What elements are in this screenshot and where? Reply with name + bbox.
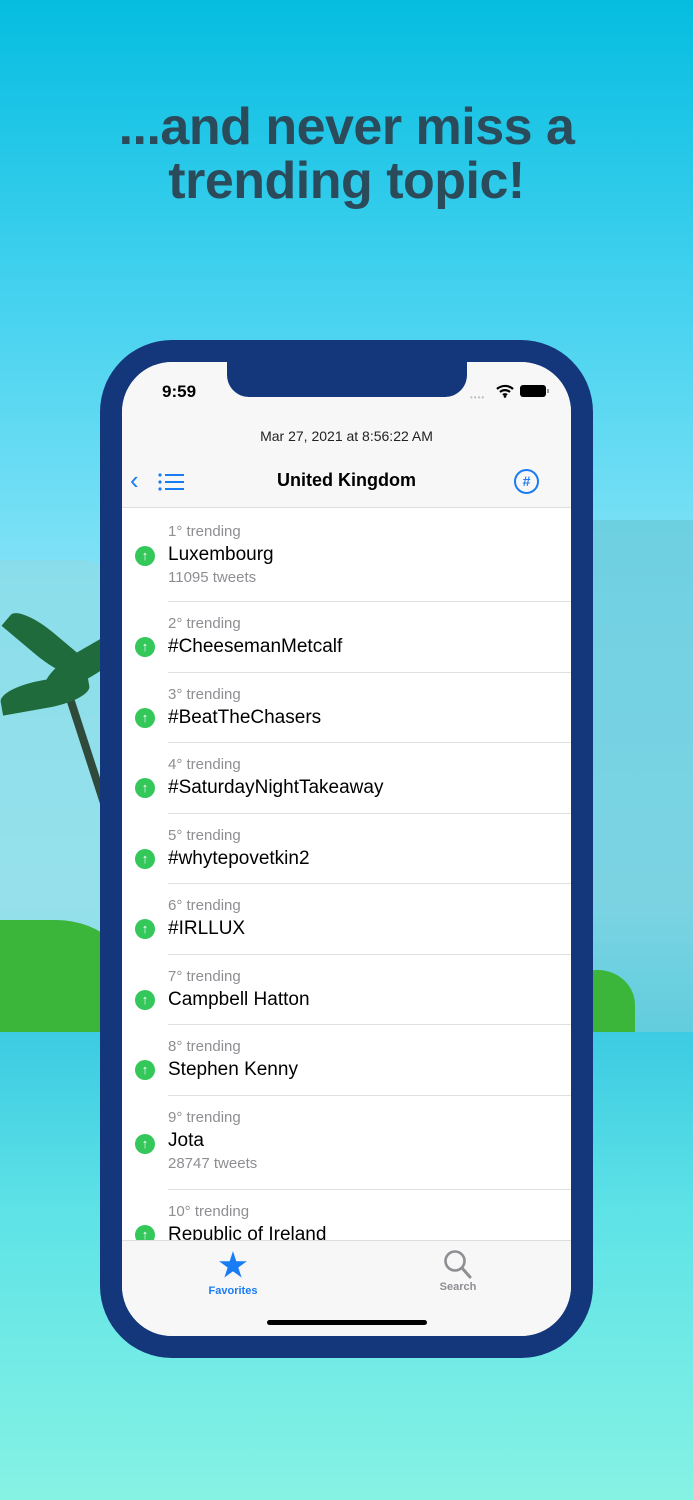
trend-up-icon: ↑ — [135, 707, 155, 728]
trend-name: #IRLLUX — [168, 918, 246, 939]
trend-row[interactable]: ↑ 3° trending #BeatTheChasers — [122, 673, 571, 743]
trend-rank: 1° trending — [168, 523, 241, 540]
trend-rank: 8° trending — [168, 1038, 241, 1055]
trend-up-icon: ↑ — [135, 1133, 155, 1154]
tab-label: Search — [439, 1281, 477, 1293]
home-indicator — [267, 1320, 427, 1325]
trends-list: ↑ 1° trending Luxembourg 11095 tweets ↑ 2… — [122, 508, 571, 1240]
trend-name: #SaturdayNightTakeaway — [168, 777, 384, 798]
headline-line: ...and never miss a — [118, 98, 575, 156]
trend-row[interactable]: ↑ 6° trending #IRLLUX — [122, 884, 571, 955]
trend-name: #whytepovetkin2 — [168, 847, 310, 869]
trend-tweet-count: 28747 tweets — [168, 1154, 258, 1172]
trend-content: 3° trending #BeatTheChasers — [168, 673, 571, 743]
trend-rank: 7° trending — [168, 967, 241, 985]
trend-up-icon: ↑ — [135, 778, 155, 798]
last-updated-date: Mar 27, 2021 at 8:56:22 AM — [260, 428, 433, 444]
trend-rank: 3° trending — [168, 685, 241, 703]
page-title: United Kingdom — [277, 470, 416, 490]
phone-screen: 9:59 •••• Mar 27, 2021 at 8:56:22 AM ‹ U… — [122, 362, 571, 1336]
trend-row[interactable]: ↑ 10° trending Republic of Ireland — [122, 1190, 571, 1241]
navigation-bar: ‹ United Kingdom # — [122, 457, 571, 508]
notch — [227, 362, 467, 397]
status-time: 9:59 — [162, 382, 197, 401]
trend-rank: 5° trending — [168, 826, 241, 844]
tab-label: Favorites — [208, 1285, 258, 1297]
trend-name: Stephen Kenny — [168, 1059, 298, 1080]
trend-rank: 4° trending — [168, 756, 241, 773]
trend-row[interactable]: ↑ 5° trending #whytepovetkin2 — [122, 814, 571, 884]
trend-up-icon: ↑ — [135, 989, 155, 1010]
trend-content: 6° trending #IRLLUX — [168, 884, 571, 955]
phone-frame: 9:59 •••• Mar 27, 2021 at 8:56:22 AM ‹ U… — [100, 340, 593, 1358]
trend-row[interactable]: ↑ 7° trending Campbell Hatton — [122, 955, 571, 1025]
trend-content: 10° trending Republic of Ireland — [168, 1190, 571, 1241]
trend-name: Republic of Ireland — [168, 1223, 327, 1241]
trend-up-icon: ↑ — [135, 546, 155, 566]
trend-name: Jota — [168, 1129, 204, 1151]
trend-content: 2° trending #CheesemanMetcalf — [168, 602, 571, 673]
trend-name: Campbell Hatton — [168, 988, 310, 1010]
trend-up-icon: ↑ — [135, 1224, 155, 1240]
trend-up-icon: ↑ — [135, 1060, 155, 1080]
tab-search[interactable]: Search — [408, 1245, 508, 1293]
trend-tweet-count: 11095 tweets — [168, 569, 257, 586]
trend-rank: 2° trending — [168, 615, 241, 632]
trend-name: #CheesemanMetcalf — [168, 636, 343, 657]
trend-name: #BeatTheChasers — [168, 706, 322, 728]
battery-icon — [520, 385, 549, 397]
tab-favorites[interactable]: ★ Favorites — [183, 1245, 283, 1297]
search-icon — [444, 1250, 472, 1279]
star-icon: ★ — [218, 1247, 248, 1283]
trend-content: 9° trending Jota 28747 tweets — [168, 1096, 571, 1190]
trend-row[interactable]: ↑ 2° trending #CheesemanMetcalf — [122, 602, 571, 673]
trend-up-icon: ↑ — [135, 848, 155, 869]
trend-content: 5° trending #whytepovetkin2 — [168, 814, 571, 884]
trend-row[interactable]: ↑ 8° trending Stephen Kenny — [122, 1025, 571, 1096]
trend-row[interactable]: ↑ 4° trending #SaturdayNightTakeaway — [122, 743, 571, 814]
headline: ...and never miss a trending topic! — [0, 100, 693, 208]
trend-rank: 9° trending — [168, 1108, 241, 1126]
signal-icon: •••• — [470, 393, 486, 402]
headline-line: trending topic! — [168, 152, 525, 210]
trend-rank: 6° trending — [168, 897, 241, 914]
trend-rank: 10° trending — [168, 1202, 250, 1220]
trend-content: 8° trending Stephen Kenny — [168, 1025, 571, 1096]
trend-row[interactable]: ↑ 1° trending Luxembourg 11095 tweets — [122, 508, 571, 602]
trend-content: 1° trending Luxembourg 11095 tweets — [168, 508, 571, 602]
trend-up-icon: ↑ — [135, 637, 155, 657]
trend-up-icon: ↑ — [135, 919, 155, 939]
wifi-icon — [496, 384, 514, 398]
trend-content: 7° trending Campbell Hatton — [168, 955, 571, 1025]
trend-content: 4° trending #SaturdayNightTakeaway — [168, 743, 571, 814]
hashtag-button[interactable]: # — [514, 469, 539, 494]
trend-row[interactable]: ↑ 9° trending Jota 28747 tweets — [122, 1096, 571, 1190]
trend-name: Luxembourg — [168, 544, 274, 565]
